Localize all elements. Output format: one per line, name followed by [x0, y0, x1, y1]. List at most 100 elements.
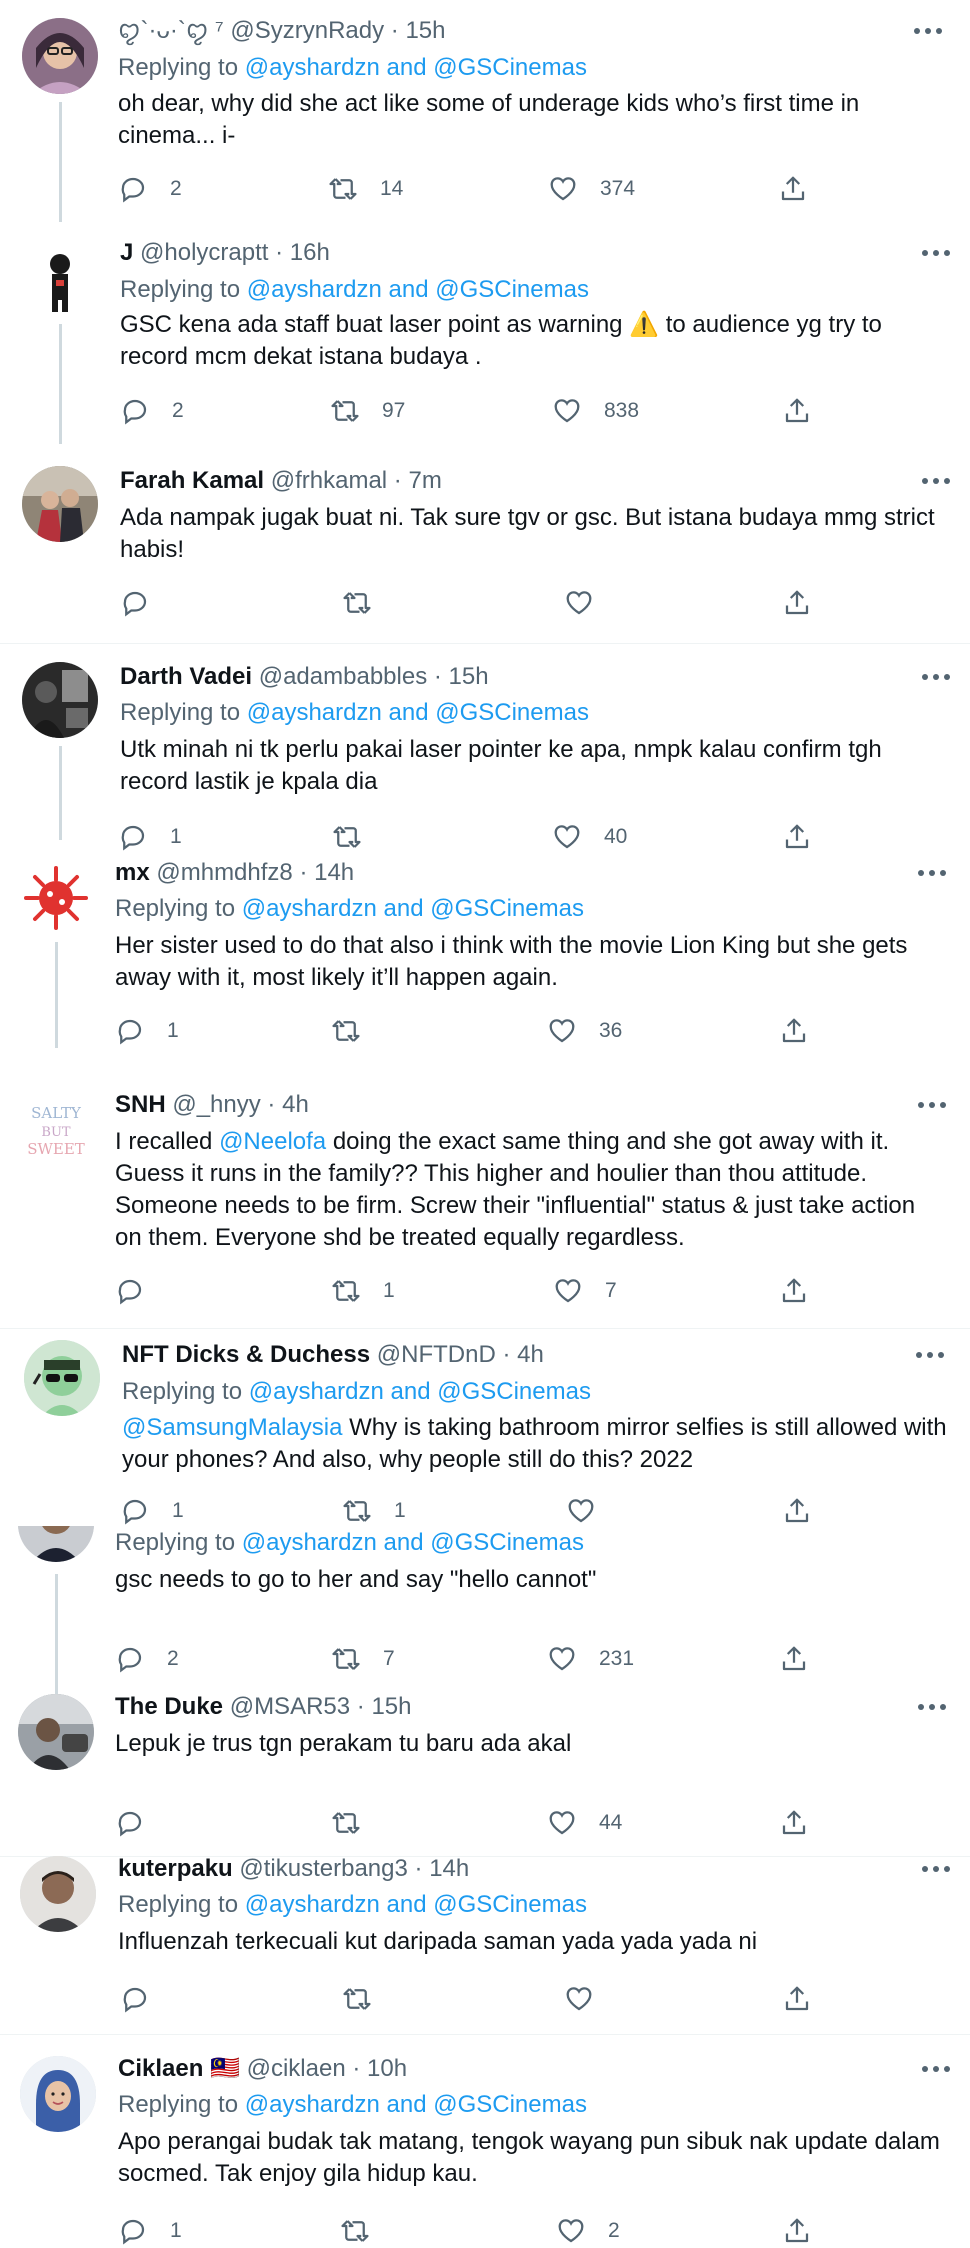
- avatar[interactable]: [24, 1340, 100, 1416]
- reply-button[interactable]: [115, 1806, 167, 1840]
- retweet-button[interactable]: 97: [330, 394, 405, 428]
- avatar[interactable]: [20, 2056, 96, 2132]
- tweet-handle[interactable]: @MSAR53: [230, 1693, 350, 1720]
- reply-target-link[interactable]: @ayshardzn and @GSCinemas: [247, 699, 589, 726]
- like-button[interactable]: 40: [552, 820, 627, 854]
- tweet-time[interactable]: 16h: [290, 239, 330, 266]
- share-button[interactable]: [782, 1982, 812, 2016]
- more-icon[interactable]: [912, 858, 952, 888]
- reply-button[interactable]: 1: [118, 2214, 182, 2248]
- reply-target-link[interactable]: @ayshardzn and @GSCinemas: [247, 276, 589, 303]
- retweet-button[interactable]: [342, 586, 394, 620]
- tweet-handle[interactable]: ꨄ︎`·ᴗ·`ꨄ︎ ⁷ @SyzrynRady: [118, 17, 384, 44]
- tweet-time[interactable]: 14h: [314, 859, 354, 886]
- tweet-author-name[interactable]: J: [120, 239, 133, 266]
- like-button[interactable]: 2: [556, 2214, 620, 2248]
- more-icon[interactable]: [908, 16, 948, 46]
- like-button[interactable]: [564, 586, 616, 620]
- retweet-button[interactable]: 1: [331, 1274, 395, 1308]
- share-button[interactable]: [779, 1014, 809, 1048]
- like-button[interactable]: [566, 1494, 618, 1528]
- retweet-button[interactable]: 14: [328, 172, 403, 206]
- reply-button[interactable]: 2: [120, 394, 184, 428]
- retweet-button[interactable]: [331, 1014, 383, 1048]
- tweet-time[interactable]: 4h: [282, 1091, 309, 1118]
- retweet-button[interactable]: [332, 820, 384, 854]
- reply-button[interactable]: [115, 1274, 167, 1308]
- tweet-handle[interactable]: @mhmdhfz8: [156, 859, 292, 886]
- tweet-handle[interactable]: @holycraptt: [140, 239, 268, 266]
- more-icon[interactable]: [910, 1340, 950, 1370]
- tweet-time[interactable]: 15h: [371, 1693, 411, 1720]
- share-button[interactable]: [782, 394, 812, 428]
- tweet-author-name[interactable]: Farah Kamal: [120, 467, 264, 494]
- avatar[interactable]: [18, 860, 94, 936]
- reply-button[interactable]: 1: [120, 1494, 184, 1528]
- more-icon[interactable]: [912, 1692, 952, 1722]
- tweet-time[interactable]: 15h: [405, 17, 445, 44]
- retweet-button[interactable]: [340, 2214, 392, 2248]
- avatar[interactable]: [22, 240, 98, 316]
- like-button[interactable]: 7: [553, 1274, 617, 1308]
- avatar[interactable]: [20, 1856, 96, 1932]
- tweet-handle[interactable]: @adambabbles: [259, 663, 427, 690]
- tweet-author-name[interactable]: Darth Vadei: [120, 663, 252, 690]
- retweet-button[interactable]: [331, 1806, 383, 1840]
- tweet-author-name[interactable]: NFT Dicks & Duchess: [122, 1341, 370, 1368]
- like-button[interactable]: [564, 1982, 616, 2016]
- tweet-author-name[interactable]: The Duke: [115, 1693, 223, 1720]
- tweet-time[interactable]: 4h: [517, 1341, 544, 1368]
- reply-target-link[interactable]: @ayshardzn and @GSCinemas: [249, 1378, 591, 1405]
- share-button[interactable]: [779, 1806, 809, 1840]
- more-icon[interactable]: [916, 662, 956, 692]
- reply-button[interactable]: 1: [115, 1014, 179, 1048]
- more-icon[interactable]: [916, 238, 956, 268]
- share-button[interactable]: [779, 1642, 809, 1676]
- tweet-time[interactable]: 10h: [367, 2055, 407, 2082]
- avatar[interactable]: SALTY BUT SWEET: [18, 1092, 94, 1168]
- reply-target-link[interactable]: @ayshardzn and @GSCinemas: [242, 895, 584, 922]
- share-button[interactable]: [778, 172, 808, 206]
- like-button[interactable]: 231: [547, 1642, 634, 1676]
- retweet-button[interactable]: 1: [342, 1494, 406, 1528]
- share-button[interactable]: [782, 2214, 812, 2248]
- mention-link[interactable]: @Neelofa: [219, 1128, 326, 1155]
- tweet-author-name[interactable]: Ciklaen 🇲🇾: [118, 2055, 240, 2082]
- like-button[interactable]: 44: [547, 1806, 622, 1840]
- like-button[interactable]: 374: [548, 172, 635, 206]
- tweet-author-name[interactable]: mx: [115, 859, 150, 886]
- avatar[interactable]: [22, 466, 98, 542]
- avatar[interactable]: [18, 1694, 94, 1770]
- avatar[interactable]: [22, 662, 98, 738]
- tweet-handle[interactable]: @ciklaen: [247, 2055, 346, 2082]
- reply-button[interactable]: 2: [115, 1642, 179, 1676]
- tweet-time[interactable]: 15h: [449, 663, 489, 690]
- more-icon[interactable]: [912, 1090, 952, 1120]
- tweet-handle[interactable]: @_hnyy: [172, 1091, 260, 1118]
- reply-button[interactable]: 1: [118, 820, 182, 854]
- reply-button[interactable]: 2: [118, 172, 182, 206]
- reply-target-link[interactable]: @ayshardzn and @GSCinemas: [245, 2091, 587, 2118]
- reply-target-link[interactable]: @ayshardzn and @GSCinemas: [242, 1529, 584, 1556]
- more-icon[interactable]: [916, 466, 956, 496]
- share-button[interactable]: [782, 586, 812, 620]
- reply-button[interactable]: [120, 586, 172, 620]
- avatar[interactable]: [22, 18, 98, 94]
- like-button[interactable]: 838: [552, 394, 639, 428]
- avatar[interactable]: [18, 1526, 94, 1562]
- retweet-button[interactable]: [342, 1982, 394, 2016]
- share-button[interactable]: [782, 820, 812, 854]
- tweet-handle[interactable]: @NFTDnD: [377, 1341, 496, 1368]
- tweet-handle[interactable]: @frhkamal: [271, 467, 387, 494]
- tweet-author-name[interactable]: kuterpaku: [118, 1855, 233, 1882]
- share-button[interactable]: [779, 1274, 809, 1308]
- tweet-time[interactable]: 14h: [429, 1855, 469, 1882]
- share-button[interactable]: [782, 1494, 812, 1528]
- reply-target-link[interactable]: @ayshardzn and @GSCinemas: [245, 1891, 587, 1918]
- more-icon[interactable]: [916, 2054, 956, 2084]
- more-icon[interactable]: [916, 1854, 956, 1884]
- tweet-author-name[interactable]: SNH: [115, 1091, 166, 1118]
- tweet-time[interactable]: 7m: [408, 467, 441, 494]
- reply-target-link[interactable]: @ayshardzn and @GSCinemas: [245, 54, 587, 81]
- retweet-button[interactable]: 7: [331, 1642, 395, 1676]
